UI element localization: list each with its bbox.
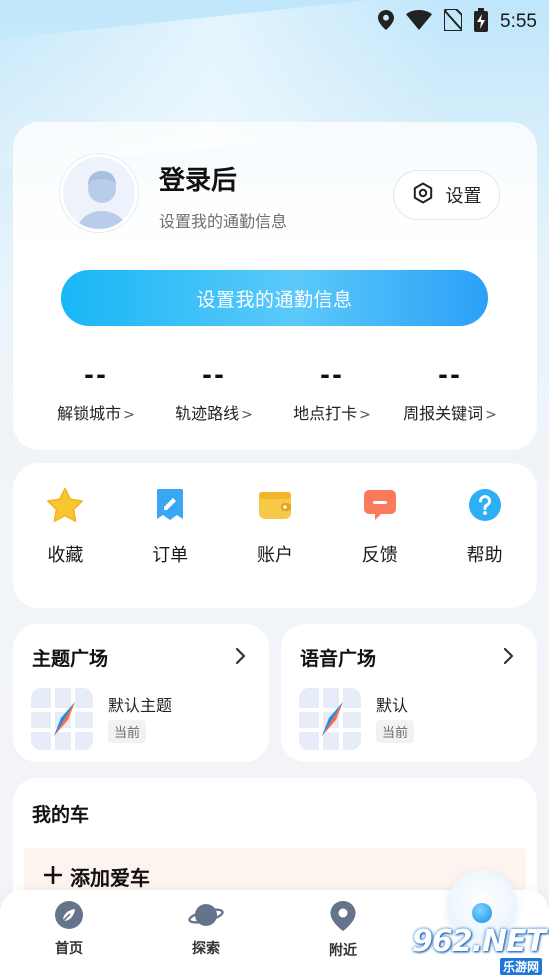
compass-icon <box>31 688 93 750</box>
chevron-right-icon: > <box>241 407 253 423</box>
stat-label: 地点打卡 <box>293 404 358 423</box>
feedback-icon <box>360 485 400 525</box>
watermark-sub: 乐游网 <box>499 958 542 975</box>
chevron-right-icon[interactable] <box>233 646 247 666</box>
stat-label: 解锁城市 <box>57 404 122 423</box>
chevron-right-icon: > <box>359 407 371 423</box>
watermark-logo: 962.NET 乐游网 <box>412 924 546 975</box>
chevron-right-icon: > <box>485 407 497 423</box>
stat-track-routes[interactable]: -- 轨迹路线 > <box>155 360 273 424</box>
chevron-right-icon: > <box>123 407 135 423</box>
settings-label: 设置 <box>445 186 482 207</box>
star-icon <box>45 485 85 525</box>
quick-favorites[interactable]: 收藏 <box>13 485 118 567</box>
my-car-title: 我的车 <box>32 804 90 826</box>
watermark-text: 962.NET <box>412 924 546 959</box>
status-bar: 5:55 <box>0 0 549 40</box>
quick-label: 订单 <box>152 545 189 566</box>
voice-plaza-card[interactable]: 语音广场 默认 当前 <box>281 624 537 762</box>
stat-value: -- <box>320 361 344 389</box>
stat-value: -- <box>84 361 108 389</box>
stat-unlocked-cities[interactable]: -- 解锁城市 > <box>37 360 155 424</box>
stat-weekly-keywords[interactable]: -- 周报关键词 > <box>391 360 509 424</box>
hexagon-gear-icon <box>412 182 434 209</box>
help-icon <box>465 485 505 525</box>
nav-home[interactable]: 首页 <box>34 900 104 958</box>
plus-icon <box>43 865 63 889</box>
status-time: 5:55 <box>500 11 537 32</box>
quick-account[interactable]: 账户 <box>223 485 328 567</box>
stat-value: -- <box>438 361 462 389</box>
quick-label: 账户 <box>256 545 293 566</box>
avatar[interactable] <box>60 154 138 232</box>
theme-plaza-card[interactable]: 主题广场 默认主题 当前 <box>13 624 269 762</box>
quick-label: 帮助 <box>466 545 503 566</box>
location-icon <box>378 10 395 34</box>
location-pin-icon <box>329 900 357 936</box>
stat-value: -- <box>202 361 226 389</box>
add-car-label: 添加爱车 <box>70 866 150 890</box>
chevron-right-icon[interactable] <box>501 646 515 666</box>
planet-icon <box>188 900 224 934</box>
voice-plaza-title: 语音广场 <box>300 648 377 670</box>
profile-card: 登录后 设置我的通勤信息 设置 设置我的通勤信息 -- 解锁城市 > -- 轨迹路… <box>13 122 537 450</box>
current-badge: 当前 <box>376 720 415 743</box>
nav-label: 探索 <box>192 941 220 957</box>
profile-dot-icon <box>472 903 492 923</box>
stat-label: 周报关键词 <box>403 404 484 423</box>
theme-name: 默认主题 <box>108 696 173 715</box>
wifi-icon <box>406 10 433 34</box>
current-badge: 当前 <box>108 720 147 743</box>
wallet-icon <box>255 485 295 525</box>
stat-place-checkins[interactable]: -- 地点打卡 > <box>273 360 391 424</box>
quick-actions-card: 收藏 订单 账户 反馈 帮助 <box>13 463 537 608</box>
settings-button[interactable]: 设置 <box>393 170 500 220</box>
stat-label: 轨迹路线 <box>175 404 240 423</box>
set-commute-button[interactable]: 设置我的通勤信息 <box>61 270 488 326</box>
nav-label: 首页 <box>55 941 83 957</box>
login-subtitle: 设置我的通勤信息 <box>159 212 288 231</box>
quick-label: 收藏 <box>47 545 84 566</box>
quick-help[interactable]: 帮助 <box>432 485 537 567</box>
leaf-icon <box>54 900 84 934</box>
quick-label: 反馈 <box>361 545 398 566</box>
compass-icon <box>299 688 361 750</box>
voice-name: 默认 <box>376 696 409 715</box>
quick-feedback[interactable]: 反馈 <box>327 485 432 567</box>
no-sim-icon <box>443 8 464 35</box>
nav-explore[interactable]: 探索 <box>171 900 241 958</box>
nav-label: 附近 <box>329 943 357 959</box>
quick-orders[interactable]: 订单 <box>118 485 223 567</box>
battery-charging-icon <box>474 8 489 36</box>
login-title[interactable]: 登录后 <box>159 160 237 197</box>
nav-nearby[interactable]: 附近 <box>308 900 378 960</box>
order-icon <box>150 485 190 525</box>
theme-plaza-title: 主题广场 <box>32 648 109 670</box>
stats-row: -- 解锁城市 > -- 轨迹路线 > -- 地点打卡 > -- 周报关键词 > <box>13 360 537 424</box>
